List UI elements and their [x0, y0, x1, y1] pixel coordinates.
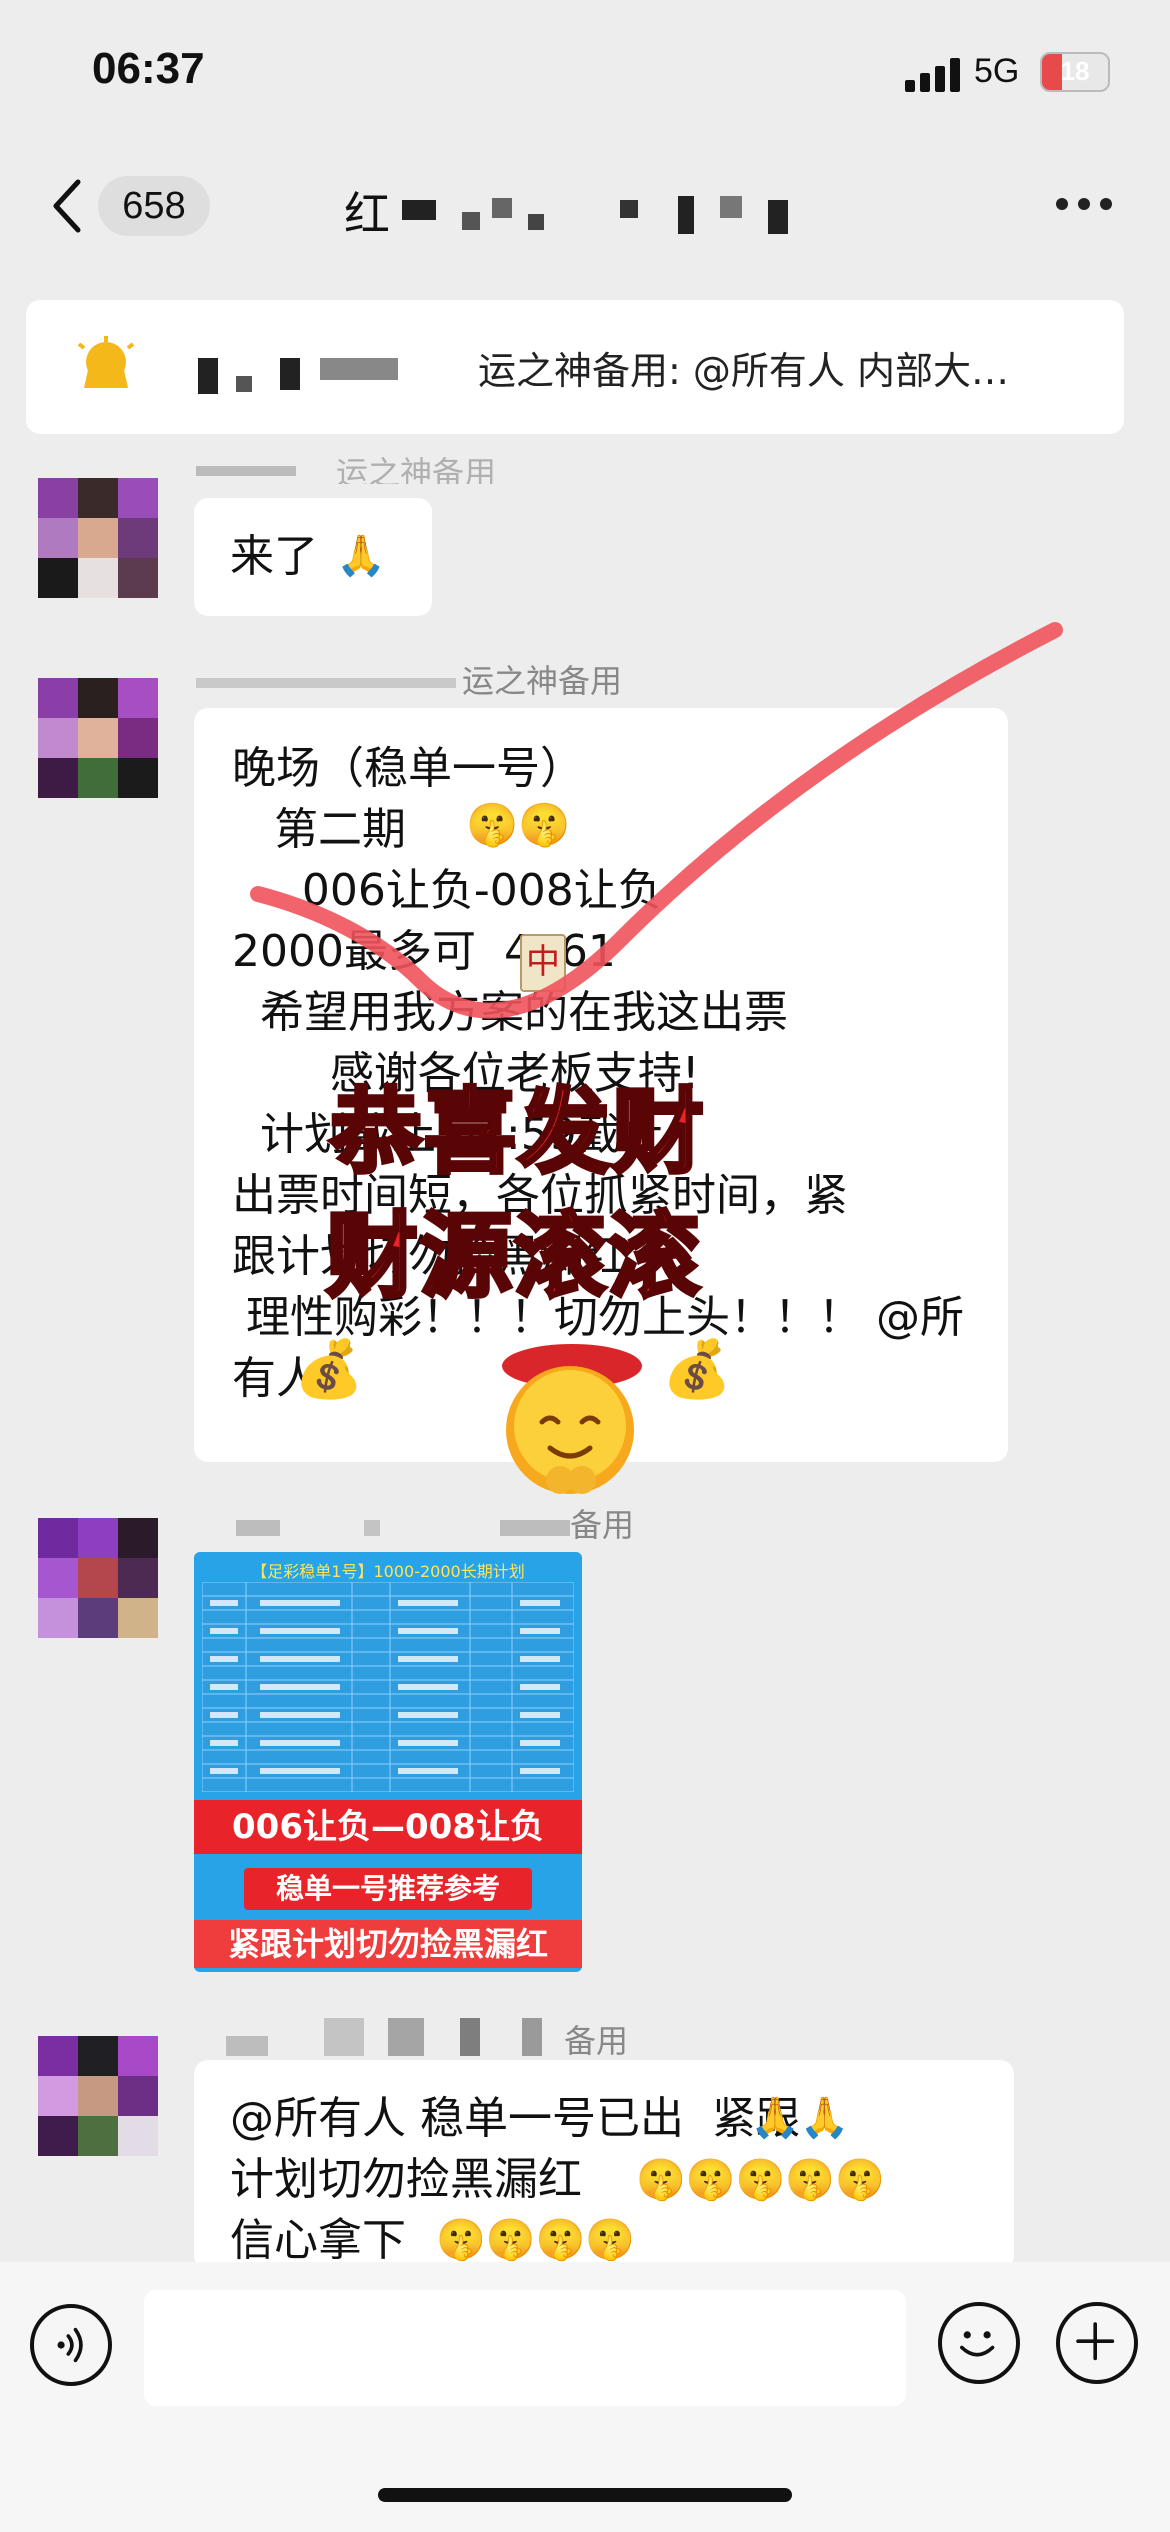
message-text: 来了	[230, 531, 318, 582]
sender-name-text: 备用	[564, 2022, 629, 2060]
avatar[interactable]	[38, 478, 158, 598]
image-table	[202, 1582, 574, 1792]
message-input[interactable]	[144, 2290, 906, 2406]
status-time: 06:37	[92, 44, 205, 93]
voice-icon[interactable]	[30, 2304, 112, 2386]
sender-name: 备用	[216, 2012, 666, 2062]
sticker-line-2: 财源滚滚	[324, 1201, 703, 1312]
home-indicator	[378, 2488, 792, 2502]
message-bubble[interactable]: @所有人 稳单一号已出 紧跟 计划切勿捡黑漏红 信心拿下 🙏🙏 🤫🤫🤫🤫🤫 🤫🤫…	[194, 2060, 1014, 2270]
fortune-face-icon	[502, 1344, 642, 1494]
sender-name-text: 运之神备用	[336, 454, 497, 484]
back-icon[interactable]	[48, 176, 88, 236]
image-band-1: 006让负—008让负	[194, 1800, 582, 1854]
sender-name: 备用	[236, 1500, 666, 1540]
image-message[interactable]: 【足彩稳单1号】1000-2000长期计划 006让负—008让负 稳单一号推荐…	[194, 1552, 582, 1972]
gold-ingot-icon: 💰	[294, 1337, 364, 1402]
signal-icon	[905, 58, 960, 92]
avatar[interactable]	[38, 678, 158, 798]
battery-level: 18	[1060, 56, 1090, 86]
sender-name: 运之神备用	[196, 448, 716, 484]
chat-title-text: 红	[344, 187, 390, 241]
chat-title: 红	[344, 178, 390, 244]
pinned-text: 运之神备用: @所有人 内部大…	[478, 349, 1009, 393]
pinned-sender-mosaic	[198, 348, 478, 396]
network-type: 5G	[974, 52, 1020, 90]
pray-emoji-icon: 🙏	[336, 533, 386, 579]
shush-emoji-icon: 🤫🤫🤫🤫🤫	[636, 2157, 886, 2203]
title-mosaic	[392, 190, 812, 238]
image-band-3: 紧跟计划切勿捡黑漏红	[194, 1920, 582, 1968]
image-title: 【足彩稳单1号】1000-2000长期计划	[251, 1562, 525, 1581]
sender-name-text: 备用	[570, 1506, 635, 1540]
message-bubble[interactable]: 来了 🙏	[194, 498, 432, 616]
image-band-2: 稳单一号推荐参考	[244, 1868, 532, 1910]
sticker-line-1: 恭喜发财	[328, 1077, 707, 1188]
emoji-icon[interactable]	[938, 2302, 1020, 2384]
message-line: @所有人 稳单一号已出 紧跟	[230, 2093, 800, 2144]
announcement-icon	[77, 336, 135, 388]
pray-emoji-icon: 🙏🙏	[750, 2095, 850, 2141]
avatar[interactable]	[38, 1518, 158, 1638]
plus-icon[interactable]	[1056, 2302, 1138, 2384]
checkmark-icon	[250, 622, 1063, 1019]
more-icon[interactable]	[1056, 198, 1112, 212]
avatar[interactable]	[38, 2036, 158, 2156]
gold-ingot-icon: 💰	[662, 1337, 732, 1402]
battery-icon: 18	[1040, 52, 1110, 92]
shush-emoji-icon: 🤫🤫🤫🤫	[436, 2217, 636, 2263]
unread-count-badge[interactable]: 658	[98, 176, 210, 236]
